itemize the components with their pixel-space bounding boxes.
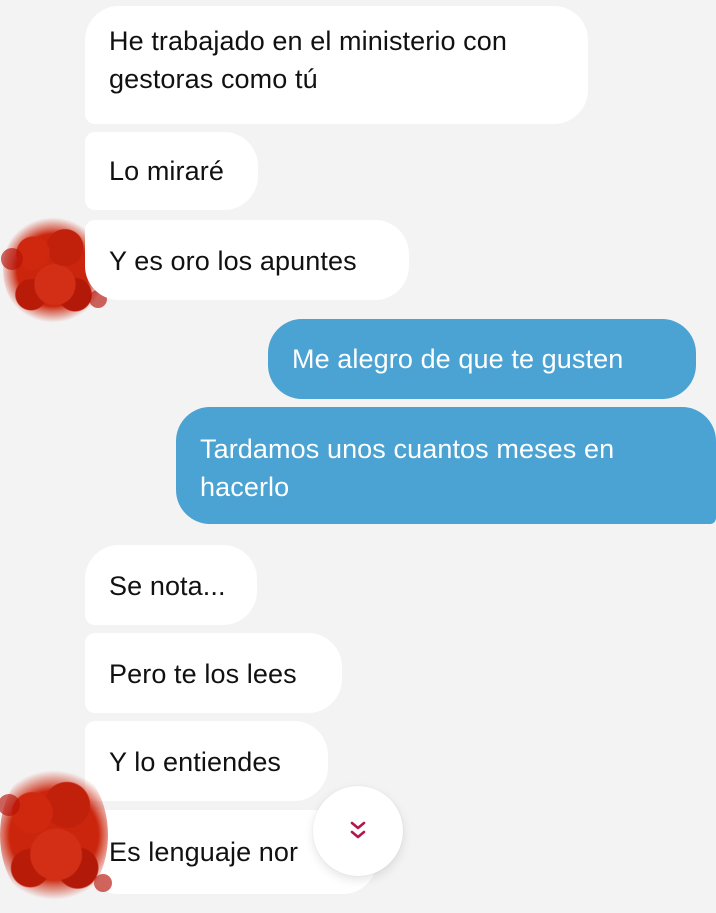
scroll-to-bottom-button[interactable] — [313, 786, 403, 876]
incoming-message[interactable]: Lo miraré — [85, 132, 258, 210]
chat-thread: He trabajado en el ministerio con gestor… — [0, 0, 716, 913]
chevron-double-down-icon — [350, 821, 366, 839]
outgoing-message[interactable]: Me alegro de que te gusten — [268, 319, 696, 399]
incoming-message[interactable]: Y lo entiendes — [85, 721, 328, 801]
incoming-message[interactable]: Se nota... — [85, 545, 257, 625]
outgoing-message[interactable]: Tardamos unos cuantos meses en hacerlo — [176, 407, 716, 524]
redacted-avatar — [0, 760, 112, 910]
incoming-message[interactable]: Pero te los lees — [85, 633, 342, 713]
incoming-message[interactable]: Y es oro los apuntes — [85, 220, 409, 300]
incoming-message[interactable]: He trabajado en el ministerio con gestor… — [85, 6, 588, 124]
